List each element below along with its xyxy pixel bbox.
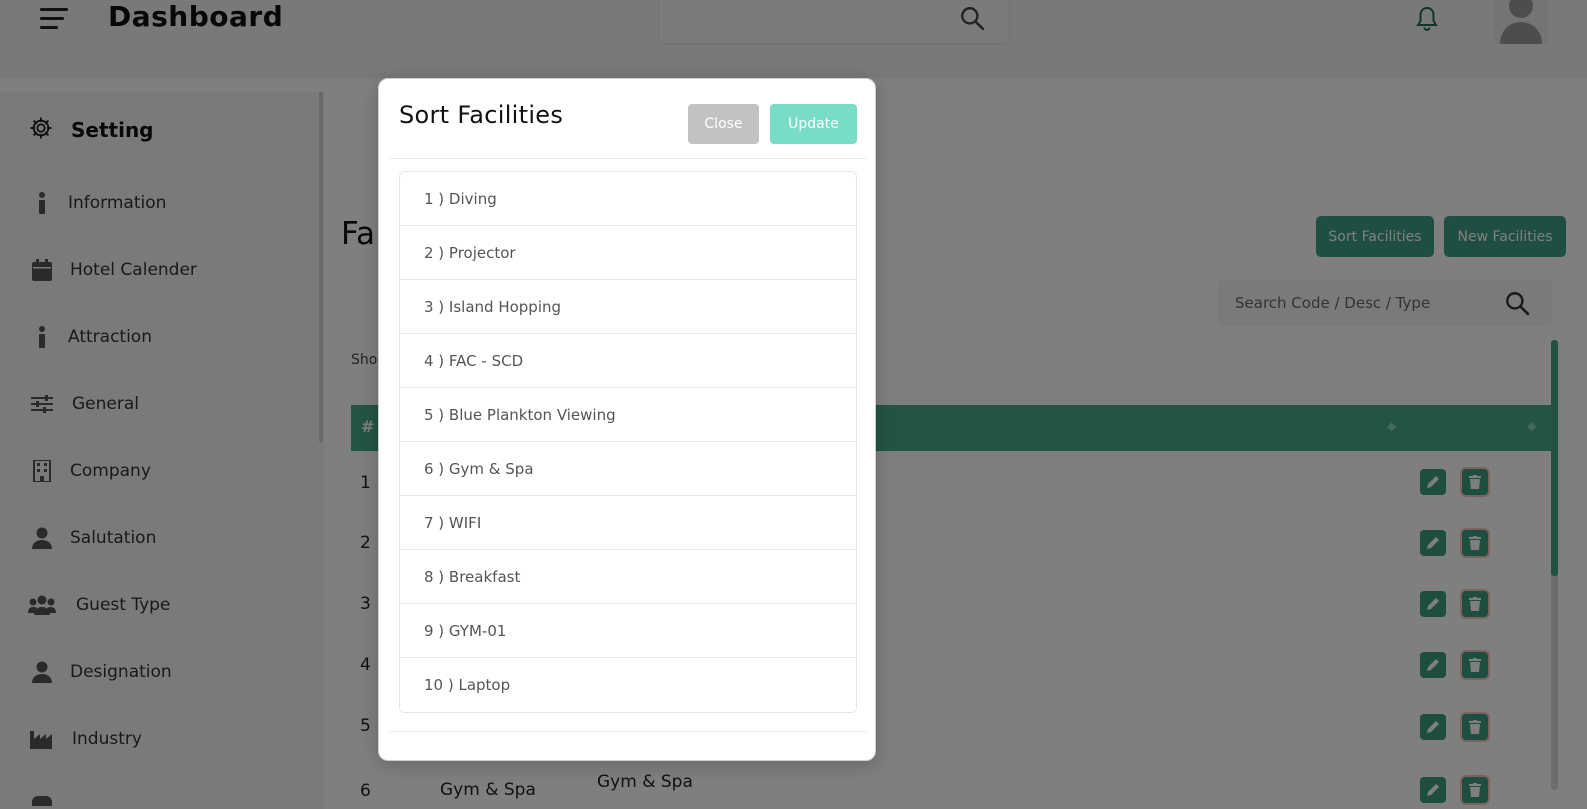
- modal-title: Sort Facilities: [399, 101, 564, 129]
- update-button[interactable]: Update: [770, 104, 857, 144]
- sortable-list-item[interactable]: 4 ) FAC - SCD: [400, 334, 856, 388]
- sortable-list-item[interactable]: 3 ) Island Hopping: [400, 280, 856, 334]
- close-button[interactable]: Close: [688, 104, 759, 144]
- sortable-list-item[interactable]: 2 ) Projector: [400, 226, 856, 280]
- sortable-list-item[interactable]: 10 ) Laptop: [400, 658, 856, 712]
- sortable-list-item[interactable]: 5 ) Blue Plankton Viewing: [400, 388, 856, 442]
- sortable-list-item[interactable]: 6 ) Gym & Spa: [400, 442, 856, 496]
- sort-facilities-modal: Sort Facilities Close Update 1 ) Diving …: [378, 78, 876, 761]
- sortable-list-item[interactable]: 1 ) Diving: [400, 172, 856, 226]
- modal-footer-divider: [389, 731, 867, 732]
- sortable-list-item[interactable]: 9 ) GYM-01: [400, 604, 856, 658]
- modal-divider: [389, 158, 867, 159]
- sortable-list-item[interactable]: 7 ) WIFI: [400, 496, 856, 550]
- sortable-list-item[interactable]: 8 ) Breakfast: [400, 550, 856, 604]
- sortable-list: 1 ) Diving 2 ) Projector 3 ) Island Hopp…: [399, 171, 857, 713]
